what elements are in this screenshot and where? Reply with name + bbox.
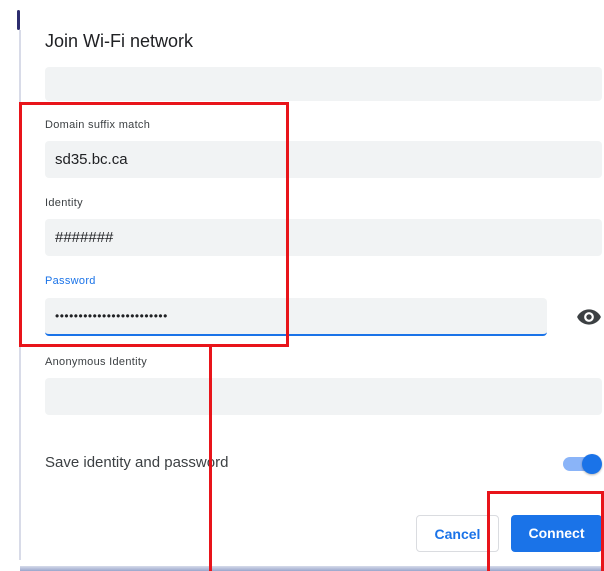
save-identity-toggle[interactable]	[563, 453, 603, 475]
dialog-title: Join Wi-Fi network	[45, 31, 194, 51]
scrolled-field[interactable]	[45, 67, 602, 101]
anonymous-identity-label: Anonymous Identity	[45, 356, 148, 368]
annotation-line	[209, 346, 212, 571]
anonymous-identity-input[interactable]	[45, 378, 602, 415]
save-identity-label: Save identity and password	[45, 454, 229, 471]
annotation-box-fields	[19, 102, 289, 347]
eye-icon[interactable]	[576, 304, 602, 330]
annotation-box-connect	[487, 491, 604, 571]
toggle-knob	[582, 454, 602, 474]
